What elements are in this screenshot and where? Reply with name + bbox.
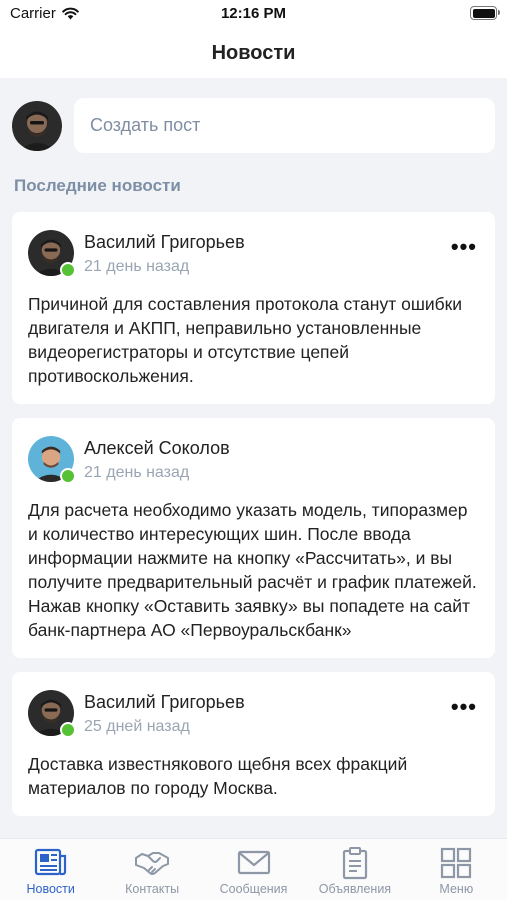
tab-label: Меню bbox=[439, 882, 474, 896]
navigation-header: Новости bbox=[0, 30, 507, 78]
newspaper-icon bbox=[34, 848, 66, 876]
post-author[interactable]: Алексей Соколов bbox=[84, 438, 230, 459]
post-author[interactable]: Василий Григорьев bbox=[84, 692, 245, 713]
bottom-tab-bar: Новости Контакты Сообщения Объявления Ме… bbox=[0, 838, 507, 900]
create-post-composer: Создать пост bbox=[12, 98, 495, 153]
tab-label: Контакты bbox=[125, 882, 180, 896]
section-title: Последние новости bbox=[14, 176, 181, 195]
tab-label: Сообщения bbox=[219, 882, 288, 896]
tab-messages[interactable]: Сообщения bbox=[203, 839, 304, 900]
more-options-icon[interactable]: ••• bbox=[451, 696, 477, 718]
battery-icon bbox=[470, 6, 500, 20]
post-text: Для расчета необходимо указать модель, т… bbox=[28, 500, 477, 640]
post-card: Василий Григорьев 25 дней назад ••• Дост… bbox=[12, 672, 495, 816]
author-avatar[interactable] bbox=[28, 230, 76, 278]
online-status-indicator bbox=[60, 468, 76, 484]
clipboard-icon bbox=[342, 847, 368, 880]
post-time: 21 день назад bbox=[84, 464, 190, 481]
tab-label: Новости bbox=[26, 882, 75, 896]
tab-ads[interactable]: Объявления bbox=[304, 839, 405, 900]
online-status-indicator bbox=[60, 262, 76, 278]
online-status-indicator bbox=[60, 722, 76, 738]
tab-label: Объявления bbox=[318, 882, 392, 896]
tab-news[interactable]: Новости bbox=[0, 839, 101, 900]
post-time: 25 дней назад bbox=[84, 718, 190, 735]
envelope-icon bbox=[237, 850, 270, 875]
post-header: Василий Григорьев 25 дней назад ••• bbox=[28, 690, 479, 738]
tab-menu[interactable]: Меню bbox=[406, 839, 507, 900]
tab-contacts[interactable]: Контакты bbox=[101, 839, 202, 900]
post-text: Доставка известнякового щебня всех фракц… bbox=[28, 754, 408, 798]
grid-icon bbox=[441, 847, 472, 879]
author-avatar[interactable] bbox=[28, 436, 76, 484]
post-card: Василий Григорьев 21 день назад ••• Прич… bbox=[12, 212, 495, 404]
more-options-icon[interactable]: ••• bbox=[451, 236, 477, 258]
post-header: Василий Григорьев 21 день назад ••• bbox=[28, 230, 479, 278]
current-user-avatar[interactable] bbox=[12, 101, 62, 151]
create-post-input[interactable]: Создать пост bbox=[74, 98, 495, 153]
author-avatar[interactable] bbox=[28, 690, 76, 738]
post-author[interactable]: Василий Григорьев bbox=[84, 232, 245, 253]
status-bar: Carrier 12:16 PM bbox=[0, 0, 507, 30]
post-time: 21 день назад bbox=[84, 258, 190, 275]
page-title: Новости bbox=[211, 42, 296, 64]
post-card: Алексей Соколов 21 день назад Для расчет… bbox=[12, 418, 495, 658]
news-feed: Василий Григорьев 21 день назад ••• Прич… bbox=[12, 212, 495, 830]
handshake-icon bbox=[135, 852, 170, 875]
post-header: Алексей Соколов 21 день назад bbox=[28, 436, 479, 484]
post-text: Причиной для составления протокола стану… bbox=[28, 294, 463, 386]
status-time: 12:16 PM bbox=[220, 5, 287, 22]
